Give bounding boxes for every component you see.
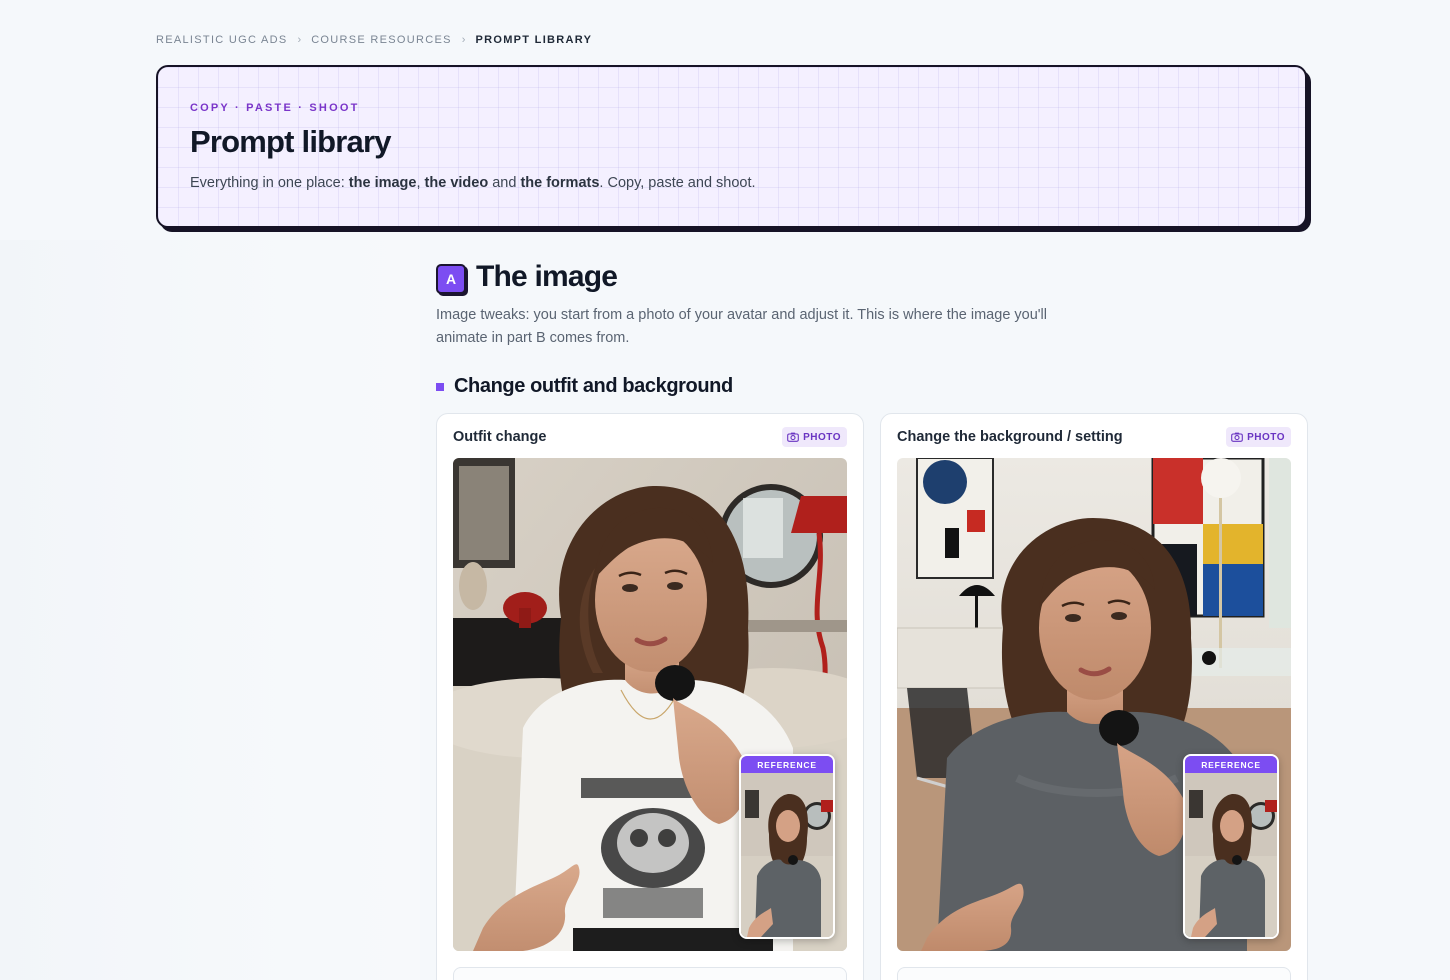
photo-tag: PHOTO <box>1226 427 1291 447</box>
prompt-box[interactable] <box>453 967 847 980</box>
lead-bold-formats: the formats <box>520 175 600 191</box>
camera-icon <box>1231 432 1243 442</box>
hero-eyebrow: COPY · PASTE · SHOOT <box>190 102 360 114</box>
breadcrumb: REALISTIC UGC ADS › COURSE RESOURCES › P… <box>156 33 592 47</box>
breadcrumb-item-realistic-ugc-ads[interactable]: REALISTIC UGC ADS <box>156 34 288 46</box>
camera-icon <box>787 432 799 442</box>
reference-photo <box>741 756 833 937</box>
lead-and: and <box>488 175 521 191</box>
reference-photo <box>1185 756 1277 937</box>
photo-tag-label: PHOTO <box>803 431 841 443</box>
page-title: Prompt library <box>190 124 391 159</box>
section-title: The image <box>476 260 618 293</box>
breadcrumb-item-course-resources[interactable]: COURSE RESOURCES <box>311 34 452 46</box>
prompt-card-change-background[interactable]: Change the background / setting PHOTO RE… <box>880 413 1308 980</box>
outfit-change-photo[interactable]: REFERENCE <box>453 458 847 951</box>
reference-label: REFERENCE <box>741 756 833 773</box>
reference-thumbnail[interactable]: REFERENCE <box>1183 754 1279 939</box>
breadcrumb-current: PROMPT LIBRARY <box>475 34 593 46</box>
lead-bold-image: the image <box>348 175 417 191</box>
hero-lead: Everything in one place: the image, the … <box>190 175 756 191</box>
lead-prefix: Everything in one place: <box>190 175 349 191</box>
card-title: Change the background / setting <box>897 429 1123 445</box>
card-title: Outfit change <box>453 429 547 445</box>
chevron-right-icon: › <box>297 34 302 46</box>
photo-tag-label: PHOTO <box>1247 431 1285 443</box>
background-change-photo[interactable]: REFERENCE <box>897 458 1291 951</box>
lead-comma: , <box>416 175 425 191</box>
reference-thumbnail[interactable]: REFERENCE <box>739 754 835 939</box>
background-fade <box>0 240 420 980</box>
prompt-card-outfit-change[interactable]: Outfit change PHOTO REFERENCE <box>436 413 864 980</box>
chevron-right-icon: › <box>461 34 466 46</box>
section-badge: A <box>436 264 466 294</box>
photo-tag: PHOTO <box>782 427 847 447</box>
prompt-box[interactable] <box>897 967 1291 980</box>
lead-bold-video: the video <box>424 175 489 191</box>
hero-card: COPY · PASTE · SHOOT Prompt library Ever… <box>156 65 1307 228</box>
section-description: Image tweaks: you start from a photo of … <box>436 307 1047 346</box>
lead-suffix: . Copy, paste and shoot. <box>599 175 756 191</box>
page: REALISTIC UGC ADS › COURSE RESOURCES › P… <box>0 0 1450 980</box>
subsection-marker <box>436 383 444 391</box>
reference-label: REFERENCE <box>1185 756 1277 773</box>
subsection-title: Change outfit and background <box>454 375 733 397</box>
